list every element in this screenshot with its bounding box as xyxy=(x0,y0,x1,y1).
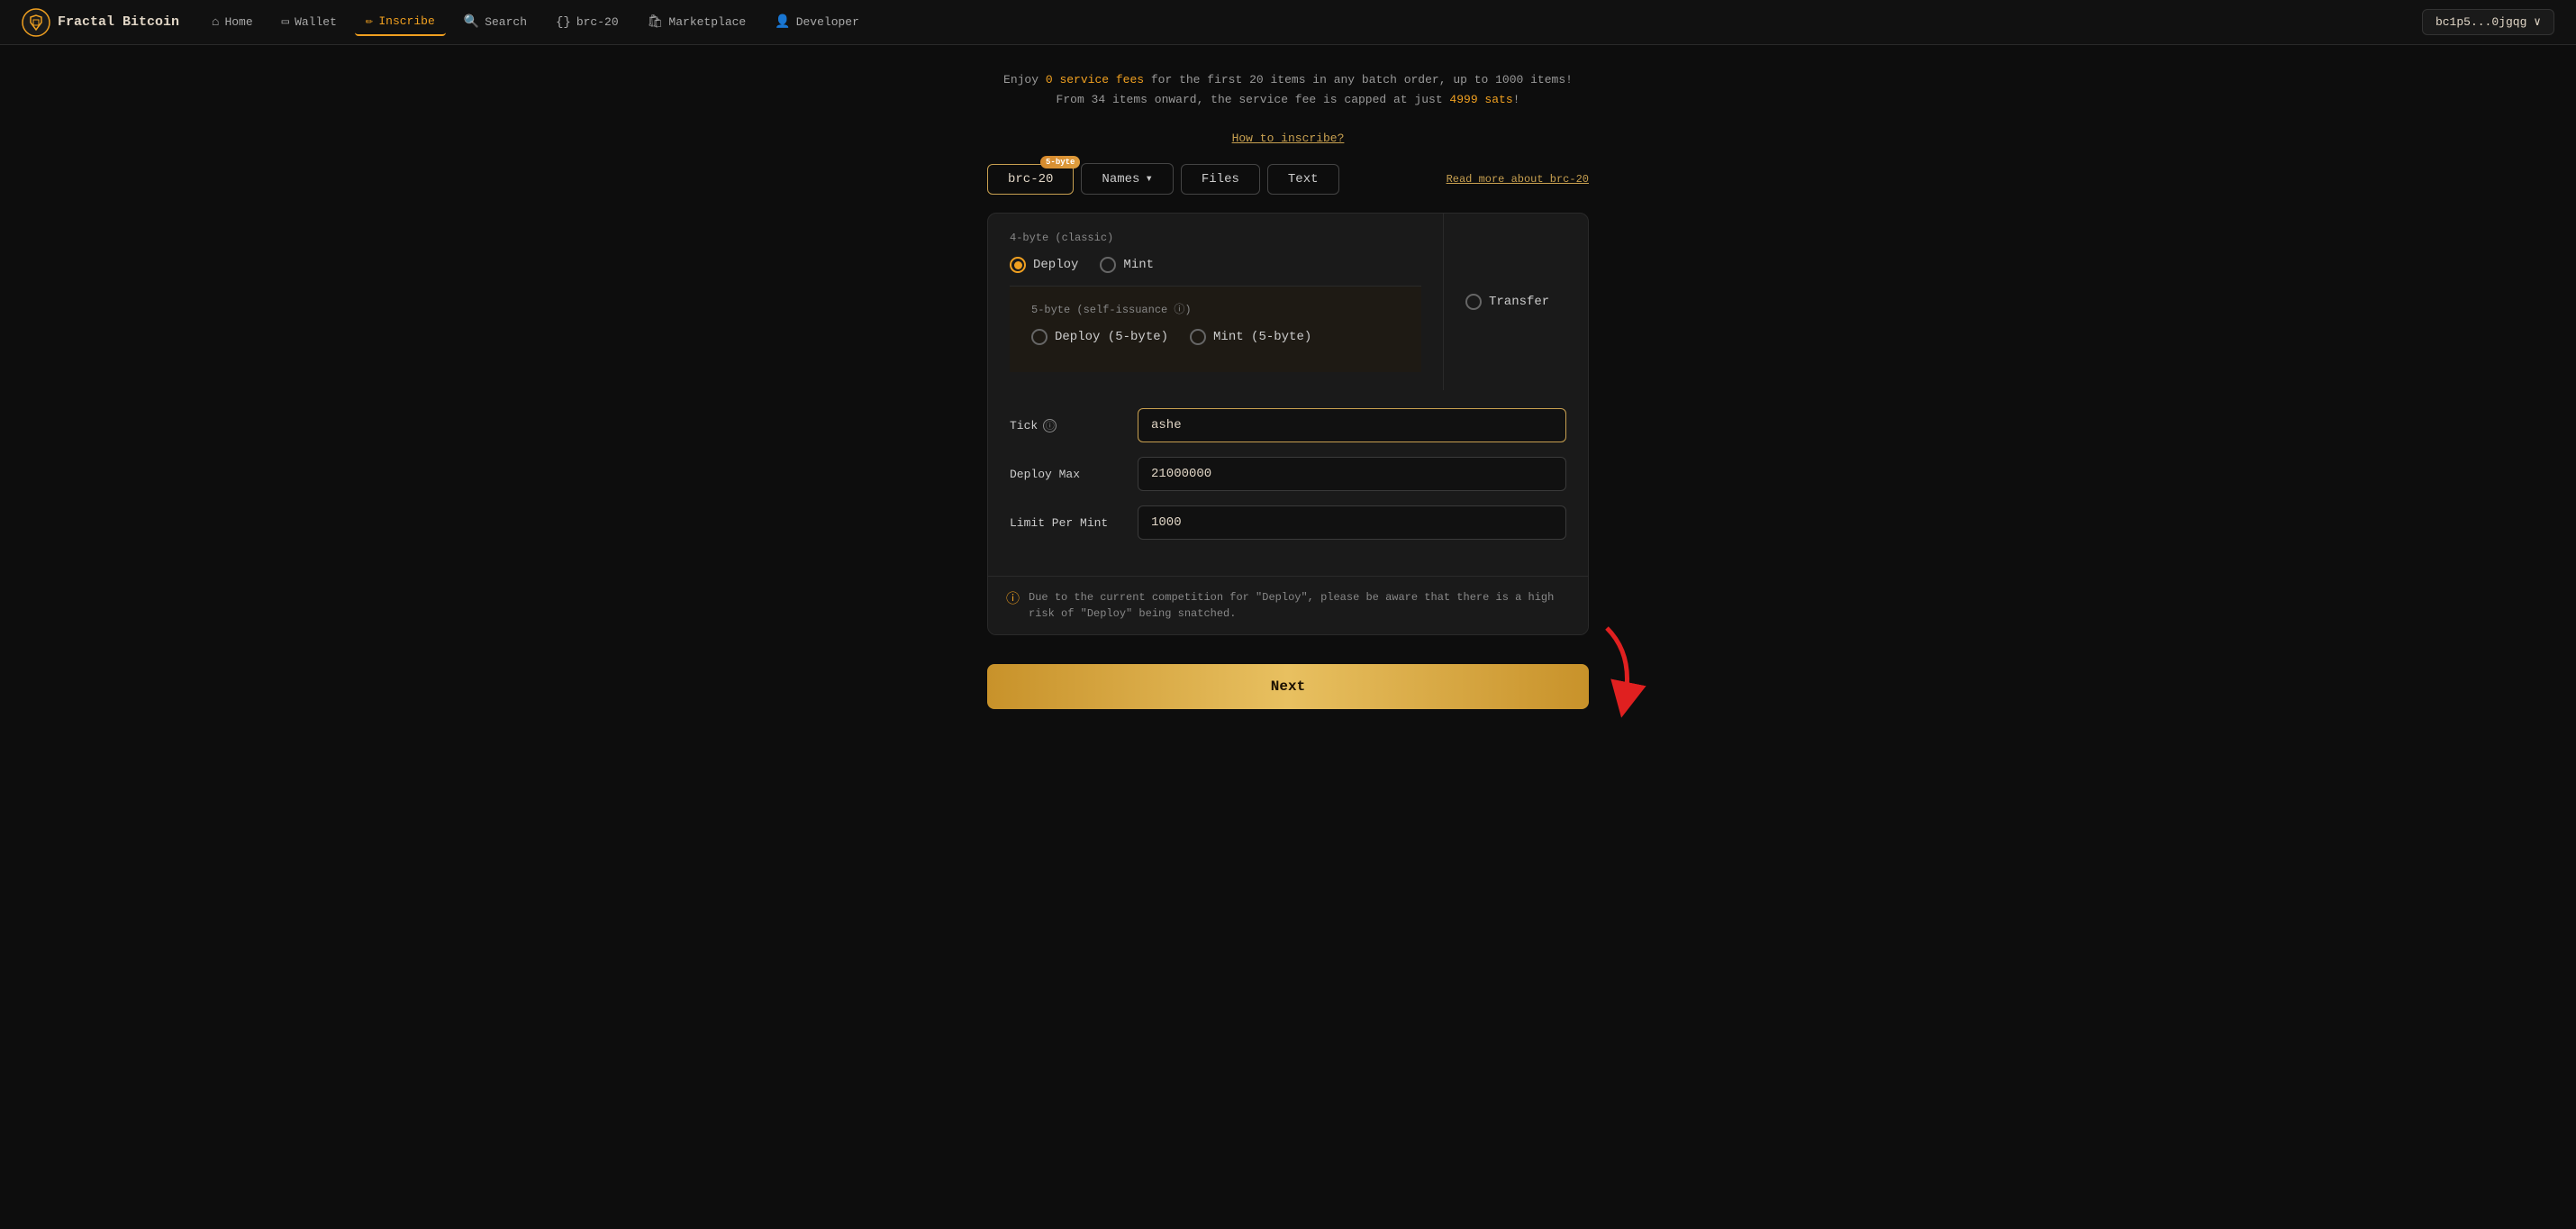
5byte-radio-group: Deploy (5-byte) Mint (5-byte) xyxy=(1031,329,1400,345)
marketplace-icon: 🛍 xyxy=(648,14,664,30)
how-to-inscribe-link[interactable]: How to inscribe? xyxy=(987,132,1589,145)
tab-row: 5-byte brc-20 Names ▾ Files Text Read mo… xyxy=(987,163,1589,195)
badge-5byte: 5-byte xyxy=(1040,156,1080,168)
nav-item-developer[interactable]: 👤 Developer xyxy=(764,9,870,35)
5byte-section-label: 5-byte (self-issuance ⓘ) xyxy=(1031,301,1400,316)
nav-item-marketplace[interactable]: 🛍 Marketplace xyxy=(637,9,757,35)
logo-text: Fractal Bitcoin xyxy=(58,14,179,30)
deploy-5byte-radio-circle xyxy=(1031,329,1048,345)
nav-item-inscribe[interactable]: ✏ Inscribe xyxy=(355,8,446,36)
next-button-container: Next xyxy=(987,653,1589,709)
op-right-panel: Transfer xyxy=(1444,214,1588,390)
promo-banner: Enjoy 0 service fees for the first 20 it… xyxy=(987,70,1589,110)
deploy-max-field-row: Deploy Max xyxy=(1010,457,1566,491)
tick-info-icon[interactable]: ⓘ xyxy=(1043,419,1057,432)
operation-card: 4-byte (classic) Deploy Mint 5-byte (sel… xyxy=(987,213,1589,635)
nav-logo[interactable]: Fractal Bitcoin xyxy=(22,8,179,37)
deploy-radio-label[interactable]: Deploy xyxy=(1010,257,1078,273)
wallet-icon: ▭ xyxy=(282,14,289,30)
mint-5byte-radio-circle xyxy=(1190,329,1206,345)
navbar: Fractal Bitcoin ⌂ Home ▭ Wallet ✏ Inscri… xyxy=(0,0,2576,45)
mint-radio-circle xyxy=(1100,257,1116,273)
warning-icon: ⓘ xyxy=(1006,590,1020,611)
mint-5byte-radio-label[interactable]: Mint (5-byte) xyxy=(1190,329,1311,345)
op-5byte-section: 5-byte (self-issuance ⓘ) Deploy (5-byte)… xyxy=(1010,287,1421,372)
chevron-down-icon: ▾ xyxy=(1145,171,1152,187)
transfer-radio-circle xyxy=(1465,294,1482,310)
nav-item-wallet[interactable]: ▭ Wallet xyxy=(271,9,348,35)
limit-per-mint-input[interactable] xyxy=(1138,505,1566,540)
search-icon: 🔍 xyxy=(464,14,479,30)
classic-section-label: 4-byte (classic) xyxy=(1010,232,1421,244)
op-left-panel: 4-byte (classic) Deploy Mint 5-byte (sel… xyxy=(988,214,1444,390)
tab-brc20[interactable]: 5-byte brc-20 xyxy=(987,164,1074,195)
nav-item-search[interactable]: 🔍 Search xyxy=(453,9,538,35)
developer-icon: 👤 xyxy=(775,14,790,30)
read-more-brc20-link[interactable]: Read more about brc-20 xyxy=(1447,173,1589,186)
tab-names[interactable]: Names ▾ xyxy=(1081,163,1173,195)
operation-section: 4-byte (classic) Deploy Mint 5-byte (sel… xyxy=(988,214,1588,390)
main-content: Enjoy 0 service fees for the first 20 it… xyxy=(973,45,1603,763)
limit-per-mint-field-row: Limit Per Mint xyxy=(1010,505,1566,540)
transfer-radio-label[interactable]: Transfer xyxy=(1465,294,1566,310)
deploy-max-label: Deploy Max xyxy=(1010,468,1127,481)
nav-item-home[interactable]: ⌂ Home xyxy=(201,10,264,35)
tick-input[interactable] xyxy=(1138,408,1566,442)
tick-label: Tick ⓘ xyxy=(1010,419,1127,432)
nav-wallet-section: bc1p5...0jgqg ∨ xyxy=(2422,9,2554,35)
deploy-max-input[interactable] xyxy=(1138,457,1566,491)
wallet-address-button[interactable]: bc1p5...0jgqg ∨ xyxy=(2422,9,2554,35)
deploy-radio-circle xyxy=(1010,257,1026,273)
tab-text[interactable]: Text xyxy=(1267,164,1339,195)
tab-files[interactable]: Files xyxy=(1181,164,1260,195)
brc20-icon: {} xyxy=(556,15,571,30)
limit-per-mint-label: Limit Per Mint xyxy=(1010,516,1127,530)
tick-field-row: Tick ⓘ xyxy=(1010,408,1566,442)
classic-radio-group: Deploy Mint xyxy=(1010,257,1421,273)
home-icon: ⌂ xyxy=(212,15,219,30)
deploy-5byte-radio-label[interactable]: Deploy (5-byte) xyxy=(1031,329,1168,345)
next-button[interactable]: Next xyxy=(987,664,1589,709)
mint-radio-label[interactable]: Mint xyxy=(1100,257,1154,273)
inscribe-icon: ✏ xyxy=(366,14,373,29)
warning-box: ⓘ Due to the current competition for "De… xyxy=(988,576,1588,634)
nav-item-brc20[interactable]: {} brc-20 xyxy=(545,10,630,35)
form-section: Tick ⓘ Deploy Max Limit Per Mint xyxy=(988,390,1588,576)
